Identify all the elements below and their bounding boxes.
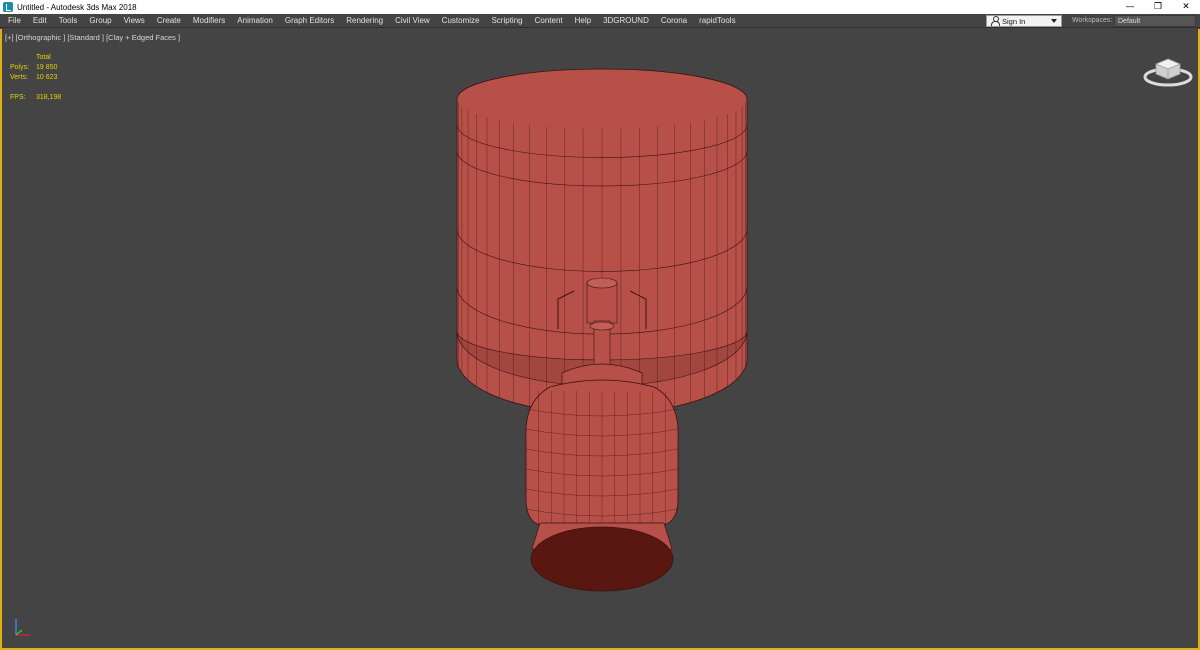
stats-polys-value: 19 850 — [36, 64, 58, 71]
minimize-button[interactable]: — — [1116, 0, 1144, 14]
stats-fps-value: 318,198 — [36, 94, 62, 101]
stats-polys-label: Polys: — [10, 64, 30, 71]
window-title: Untitled - Autodesk 3ds Max 2018 — [17, 2, 137, 12]
lamp-model[interactable] — [2, 29, 1198, 648]
menu-item-3dground[interactable]: 3DGROUND — [597, 14, 655, 28]
menu-item-rapidtools[interactable]: rapidTools — [693, 14, 741, 28]
menu-bar: File Edit Tools Group Views Create Modifiers An… — [0, 14, 1200, 28]
viewcube-icon[interactable] — [1142, 53, 1194, 89]
dropdown-arrow-icon — [1051, 19, 1057, 23]
workspace-select[interactable]: Default — [1114, 15, 1196, 27]
app-icon — [3, 2, 13, 12]
stats-fps-label: FPS: — [10, 94, 26, 101]
menu-item-tools[interactable]: Tools — [53, 14, 84, 28]
menu-item-modifiers[interactable]: Modifiers — [187, 14, 231, 28]
menu-item-graph-editors[interactable]: Graph Editors — [279, 14, 340, 28]
menu-item-rendering[interactable]: Rendering — [340, 14, 389, 28]
menu-item-help[interactable]: Help — [569, 14, 597, 28]
menu-item-scripting[interactable]: Scripting — [485, 14, 528, 28]
viewport-label-menu[interactable]: [+] [Orthographic ] [Standard ] [Clay + … — [5, 33, 180, 42]
stats-total-label: Total — [36, 54, 51, 61]
menu-item-animation[interactable]: Animation — [231, 14, 279, 28]
title-bar: Untitled - Autodesk 3ds Max 2018 — ❐ ✕ — [0, 0, 1200, 14]
user-icon — [990, 16, 1000, 26]
stats-verts-value: 10 623 — [36, 74, 58, 81]
menu-item-corona[interactable]: Corona — [655, 14, 693, 28]
menu-item-views[interactable]: Views — [118, 14, 151, 28]
menu-item-civil-view[interactable]: Civil View — [389, 14, 436, 28]
close-button[interactable]: ✕ — [1172, 0, 1200, 14]
menu-item-create[interactable]: Create — [151, 14, 187, 28]
perspective-viewport[interactable]: [+] [Orthographic ] [Standard ] [Clay + … — [0, 29, 1200, 650]
stats-verts-label: Verts: — [10, 74, 28, 81]
window-controls: — ❐ ✕ — [1116, 0, 1200, 14]
restore-button[interactable]: ❐ — [1144, 0, 1172, 14]
menu-item-group[interactable]: Group — [83, 14, 117, 28]
workspace-value: Default — [1118, 17, 1141, 25]
menu-item-file[interactable]: File — [2, 14, 27, 28]
axis-tripod-icon — [15, 619, 30, 636]
menu-item-edit[interactable]: Edit — [27, 14, 53, 28]
sign-in-label: Sign In — [1002, 16, 1026, 26]
menu-item-customize[interactable]: Customize — [436, 14, 486, 28]
workspaces-label: Workspaces: — [1072, 17, 1113, 24]
menu-item-content[interactable]: Content — [529, 14, 569, 28]
menu-items: File Edit Tools Group Views Create Modifiers An… — [0, 14, 742, 28]
viewport-statistics: Total Polys: 19 850 Verts: 10 623 FPS: 3… — [10, 53, 61, 103]
sign-in-dropdown[interactable]: Sign In — [986, 15, 1062, 27]
